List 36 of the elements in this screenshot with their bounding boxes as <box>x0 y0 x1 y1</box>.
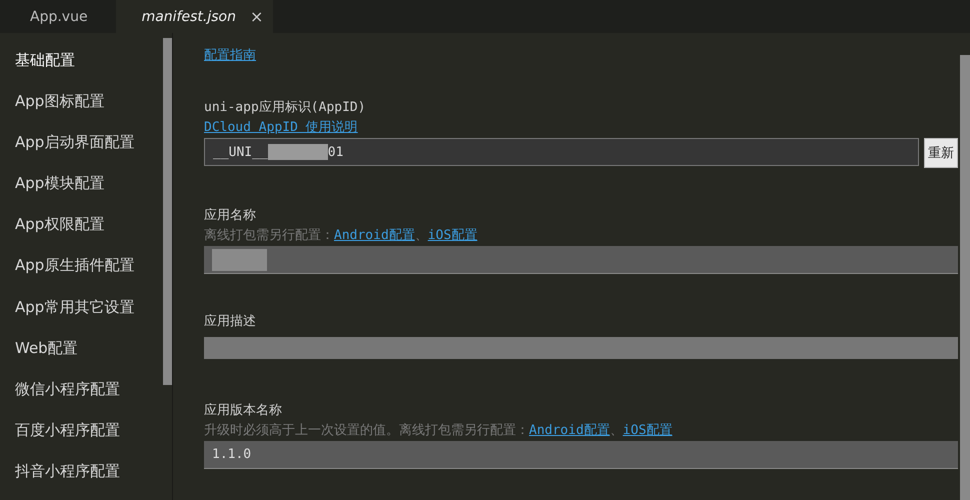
sidebar-item[interactable]: 抖音小程序配置 <box>0 458 163 500</box>
sidebar-item[interactable]: Web配置 <box>0 336 163 377</box>
editor-tab[interactable]: manifest.json × <box>116 0 274 33</box>
sidebar-item[interactable]: App原生插件配置 <box>0 253 163 295</box>
field-hint: 升级时必须高于上一次设置的值。离线打包需另行配置： <box>204 423 529 438</box>
scrollbar-thumb[interactable] <box>960 55 970 500</box>
sidebar-item[interactable]: 基础配置 <box>0 48 163 90</box>
help-link[interactable]: iOS配置 <box>428 228 478 243</box>
field-label: 应用描述 <box>204 313 257 331</box>
input-field[interactable] <box>204 246 958 274</box>
sidebar-item[interactable]: App图标配置 <box>0 89 163 130</box>
sidebar-item[interactable]: App权限配置 <box>0 212 163 254</box>
regenerate-button[interactable]: 重新 <box>924 138 958 168</box>
field-hint: 离线打包需另行配置： <box>204 228 334 243</box>
field-label: uni-app应用标识(AppID) <box>204 99 367 117</box>
help-link[interactable]: Android配置 <box>529 423 610 438</box>
field-value: 01 <box>328 144 344 160</box>
field-label: 应用版本名称 <box>204 402 283 420</box>
field-value: 1.1.0 <box>212 447 252 462</box>
sidebar-item[interactable]: App启动界面配置 <box>0 130 163 172</box>
close-icon[interactable]: × <box>250 7 264 26</box>
sidebar-item[interactable]: App常用其它设置 <box>0 294 163 336</box>
field-value: __UNI__ <box>213 144 268 160</box>
sidebar-item[interactable]: 百度小程序配置 <box>0 418 163 459</box>
separator: 、 <box>414 228 428 243</box>
sidebar-item[interactable]: 微信小程序配置 <box>0 376 163 418</box>
sidebar-item[interactable]: App模块配置 <box>0 171 163 212</box>
help-link[interactable]: DCloud AppID 使用说明 <box>204 120 358 135</box>
input-field[interactable]: __UNI__ 01 <box>204 138 919 166</box>
help-link[interactable]: Android配置 <box>334 228 415 243</box>
guide-link[interactable]: 配置指南 <box>204 48 256 63</box>
scrollbar-thumb[interactable] <box>163 38 172 385</box>
help-link[interactable]: iOS配置 <box>622 423 672 438</box>
separator: 、 <box>610 423 623 438</box>
input-field[interactable]: 1.1.0 <box>204 441 958 469</box>
field-label: 应用名称 <box>204 207 257 225</box>
